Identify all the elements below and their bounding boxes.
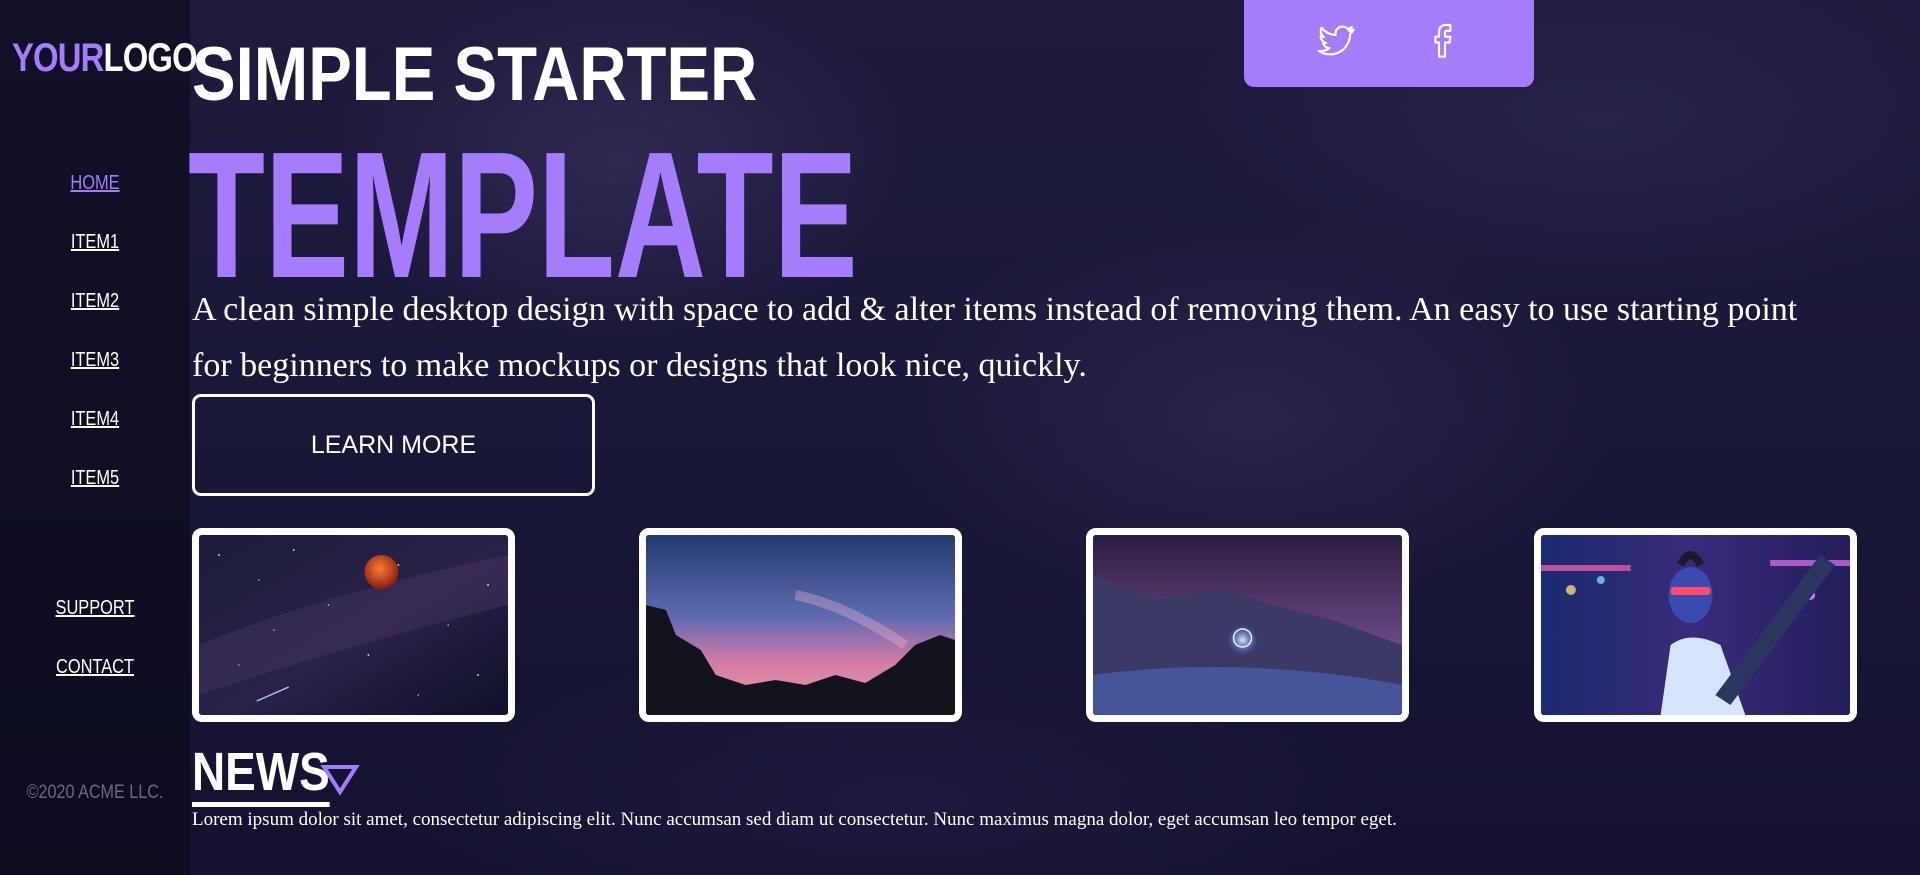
copyright: ©2020 ACME LLC. bbox=[26, 782, 164, 803]
logo-part-logo: LOGO bbox=[103, 36, 197, 80]
triangle-down-icon[interactable] bbox=[320, 762, 360, 796]
news-heading: NEWS bbox=[192, 742, 330, 807]
nav-item-item1[interactable]: ITEM1 bbox=[17, 223, 173, 282]
nav-item-item2[interactable]: ITEM2 bbox=[17, 282, 173, 341]
learn-more-button[interactable]: LEARN MORE bbox=[192, 394, 595, 496]
logo[interactable]: YOURLOGO bbox=[12, 36, 198, 81]
main-nav: HOME ITEM1 ITEM2 ITEM3 ITEM4 ITEM5 bbox=[0, 164, 190, 518]
gallery-image-snowy-mountain[interactable] bbox=[1086, 528, 1409, 722]
social-bar bbox=[1244, 0, 1534, 87]
hero-title: SIMPLE STARTER bbox=[192, 32, 758, 117]
nav-item-item5[interactable]: ITEM5 bbox=[17, 459, 173, 518]
logo-part-your: YOUR bbox=[12, 36, 104, 80]
footer-nav: SUPPORT CONTACT bbox=[0, 589, 190, 707]
nav-item-support[interactable]: SUPPORT bbox=[17, 589, 173, 648]
gallery-image-night-sky[interactable] bbox=[192, 528, 515, 722]
news-header: NEWS bbox=[192, 742, 360, 807]
news-text: Lorem ipsum dolor sit amet, consectetur … bbox=[192, 809, 1397, 830]
gallery-image-neon-portrait[interactable] bbox=[1534, 528, 1857, 722]
facebook-icon[interactable] bbox=[1422, 20, 1462, 60]
nav-item-item3[interactable]: ITEM3 bbox=[17, 341, 173, 400]
hero-description: A clean simple desktop design with space… bbox=[192, 291, 1798, 384]
hero-title-accent: TEMPLATE bbox=[188, 115, 858, 316]
gallery-image-desert-sunset[interactable] bbox=[639, 528, 962, 722]
nav-item-contact[interactable]: CONTACT bbox=[17, 648, 173, 707]
sidebar: YOURLOGO HOME ITEM1 ITEM2 ITEM3 ITEM4 IT… bbox=[0, 0, 198, 875]
twitter-icon[interactable] bbox=[1316, 20, 1356, 60]
nav-item-item4[interactable]: ITEM4 bbox=[17, 400, 173, 459]
nav-item-home[interactable]: HOME bbox=[17, 164, 173, 223]
